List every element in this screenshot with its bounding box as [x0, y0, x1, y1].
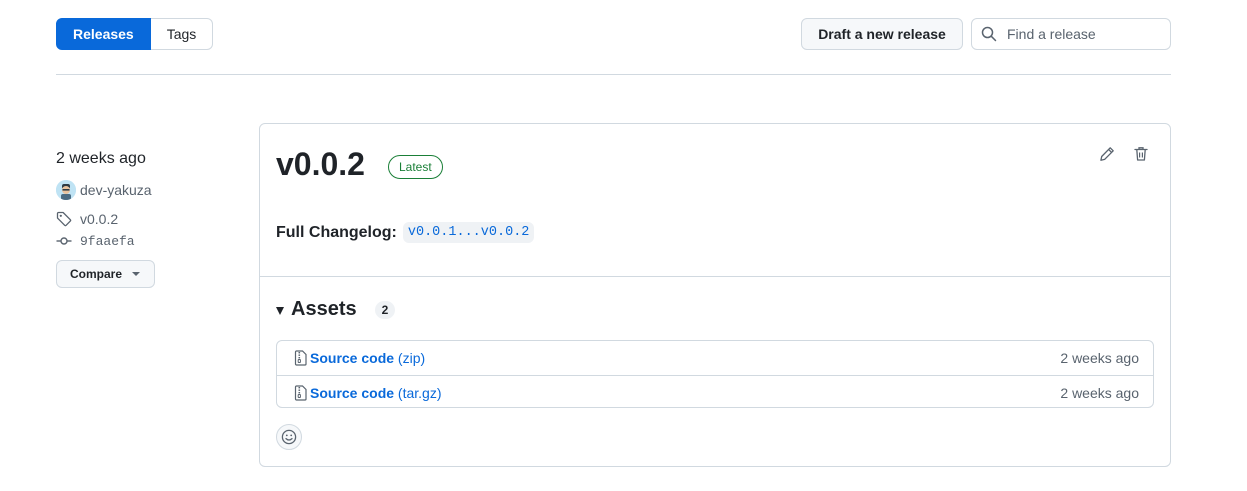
author-name: dev-yakuza	[80, 182, 152, 198]
changelog-line: Full Changelog: v0.0.1...v0.0.2	[276, 222, 535, 243]
avatar	[56, 180, 76, 200]
changelog-compare-link[interactable]: v0.0.1...v0.0.2	[402, 222, 535, 243]
edit-release-button[interactable]	[1097, 144, 1117, 164]
header-divider	[56, 74, 1171, 75]
smiley-icon	[281, 429, 297, 445]
releases-tags-switch: Releases Tags	[56, 18, 214, 50]
assets-toggle[interactable]: Assets 2	[276, 298, 396, 321]
search-icon	[981, 26, 997, 42]
add-reaction-button[interactable]	[276, 424, 302, 450]
assets-list: Source code (zip) 2 weeks ago Source cod…	[276, 340, 1154, 408]
compare-label: Compare	[70, 267, 123, 281]
release-title[interactable]: v0.0.2	[276, 146, 365, 183]
file-zip-icon	[294, 350, 308, 366]
asset-link[interactable]: Source code (zip)	[310, 350, 425, 366]
git-commit-icon	[56, 237, 72, 245]
trash-icon	[1134, 147, 1148, 161]
tag-link[interactable]: v0.0.2	[56, 211, 118, 227]
compare-button[interactable]: Compare	[56, 260, 155, 288]
asset-date: 2 weeks ago	[1060, 350, 1139, 366]
file-zip-icon	[294, 384, 308, 401]
triangle-down-icon	[276, 306, 284, 315]
tab-tags[interactable]: Tags	[150, 18, 214, 50]
asset-row: Source code (zip) 2 weeks ago	[277, 341, 1153, 375]
release-date: 2 weeks ago	[56, 150, 146, 167]
asset-link[interactable]: Source code (tar.gz)	[310, 385, 442, 401]
changelog-label: Full Changelog:	[276, 223, 397, 241]
asset-date: 2 weeks ago	[1060, 384, 1139, 401]
assets-count-badge: 2	[374, 300, 396, 319]
chevron-down-icon	[132, 272, 141, 276]
tab-releases[interactable]: Releases	[56, 18, 151, 50]
author-link[interactable]: dev-yakuza	[56, 180, 152, 200]
search-box[interactable]	[971, 18, 1171, 50]
assets-heading: Assets	[291, 298, 357, 320]
asset-row: Source code (tar.gz) 2 weeks ago	[277, 375, 1153, 409]
commit-link[interactable]: 9faaefa	[56, 233, 135, 249]
draft-release-button[interactable]: Draft a new release	[801, 18, 963, 50]
commit-sha: 9faaefa	[80, 233, 135, 249]
card-divider	[260, 276, 1170, 277]
delete-release-button[interactable]	[1131, 144, 1151, 164]
release-card: v0.0.2 Latest Full Changelog: v0.0.1...v…	[259, 123, 1171, 467]
tag-name: v0.0.2	[80, 211, 119, 227]
pencil-icon	[1100, 147, 1114, 161]
latest-badge: Latest	[388, 155, 443, 179]
search-input[interactable]	[1005, 25, 1165, 43]
tag-icon	[56, 211, 72, 227]
releases-toolbar: Releases Tags Draft a new release	[56, 18, 1171, 50]
